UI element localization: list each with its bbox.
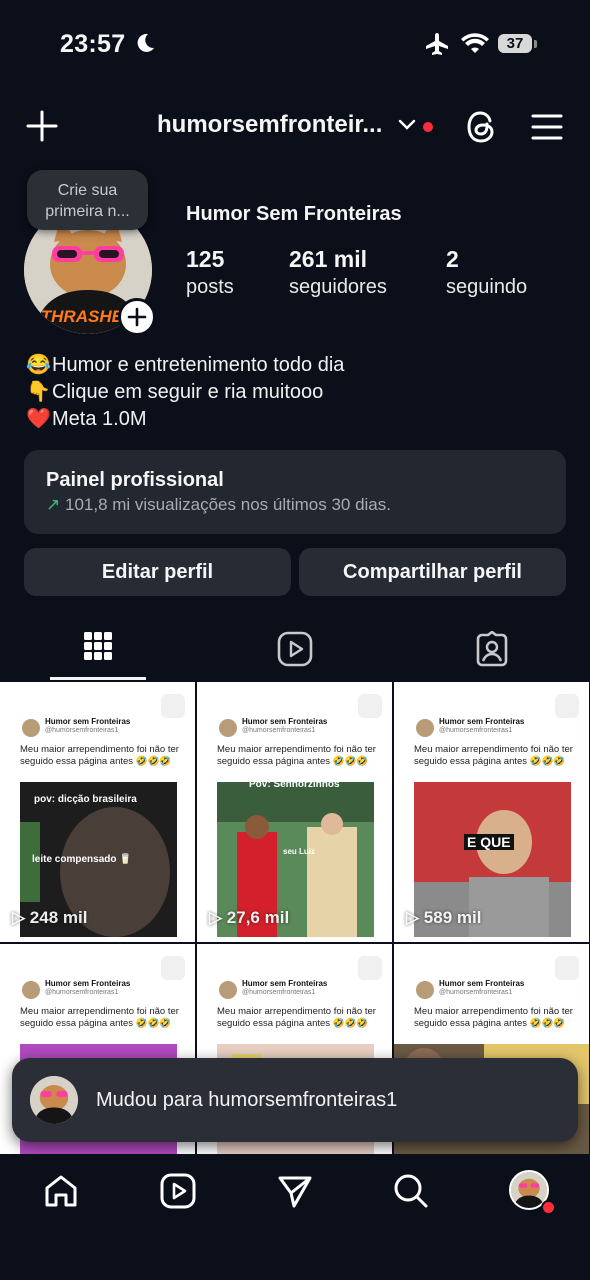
following-label[interactable]: seguindo [446,276,527,299]
post-views: 589 mil [423,908,482,927]
followers-label[interactable]: seguidores [289,276,387,299]
post-overlay-text: Pov: Senhorzinhos [249,779,340,790]
home-icon[interactable] [43,1173,79,1209]
threads-icon[interactable] [465,108,499,146]
post-caption: Meu maior arrependimento foi não ter seg… [217,1006,376,1029]
reel-icon [161,694,185,718]
post-author-name: Humor sem Fronteiras [45,717,131,726]
post-overlay-text: E QUE [464,834,514,850]
battery-tip [534,40,537,48]
posts-count[interactable]: 125 [186,246,224,273]
post-author-handle: @humorsemfronteiras1 [439,989,513,996]
post-views: 248 mil [29,908,88,927]
post-author-avatar [22,719,40,737]
reel-icon [555,956,579,980]
cat-avatar-image [30,1076,78,1124]
followers-count[interactable]: 261 mil [289,246,367,273]
moon-icon [137,33,154,52]
bio-line: 😂Humor e entretenimento todo dia [26,352,344,377]
post-view-count: ▷ 248 mil [12,908,87,928]
tab-grid-icon[interactable] [84,630,112,664]
post-author-avatar [416,719,434,737]
post-author-handle: @humorsemfronteiras1 [45,727,119,734]
reel-icon [555,694,579,718]
note-tooltip[interactable]: Crie sua primeira n... [27,170,148,230]
dashboard-title: Painel profissional [46,469,224,491]
reels-icon[interactable] [160,1173,196,1209]
post-overlay-text: seu Luiz [283,847,316,856]
dashboard-views-text: 101,8 mi visualizações nos últimos 30 di… [64,495,391,514]
airplane-icon [426,33,448,55]
bio-emoji: 😂 [26,354,51,376]
bio-text: Humor e entretenimento todo dia [52,354,345,376]
post-author-name: Humor sem Fronteiras [242,717,328,726]
play-count-icon: ▷ [209,908,227,927]
play-count-icon: ▷ [12,908,30,927]
toast-avatar [30,1076,78,1124]
post-author-handle: @humorsemfronteiras1 [242,727,316,734]
display-name: Humor Sem Fronteiras [186,203,402,225]
search-icon[interactable] [393,1173,429,1209]
plus-icon [127,307,147,327]
bio-text: Clique em seguir e ria muitooo [52,381,324,403]
post-view-count: ▷ 27,6 mil [209,908,289,928]
reel-icon [358,694,382,718]
post-caption: Meu maior arrependimento foi não ter seg… [414,1006,573,1029]
posts-label[interactable]: posts [186,276,234,299]
play-count-icon: ▷ [406,908,424,927]
post-thumbnail[interactable]: Humor sem Fronteiras @humorsemfronteiras… [0,682,195,942]
following-count[interactable]: 2 [446,246,459,273]
post-thumbnail[interactable]: Humor sem Fronteiras @humorsemfronteiras… [394,682,589,942]
bio-line: ❤️Meta 1.0M [26,406,146,431]
post-author-avatar [416,981,434,999]
chevron-down-icon[interactable] [398,119,416,131]
trend-up-arrow-icon: ↗ [46,495,61,514]
post-author-name: Humor sem Fronteiras [439,979,525,988]
post-author-name: Humor sem Fronteiras [45,979,131,988]
bio-emoji: ❤️ [26,408,51,430]
post-overlay-text: leite compensado 🥛 [32,854,132,865]
active-tab-indicator [50,677,146,680]
create-plus-icon[interactable] [26,110,58,142]
post-author-avatar [219,719,237,737]
bio-line: 👇Clique em seguir e ria muitooo [26,379,323,404]
profile-notification-dot [541,1200,556,1215]
professional-dashboard-card[interactable] [24,450,566,534]
battery-indicator: 37 [498,34,532,53]
post-author-name: Humor sem Fronteiras [242,979,328,988]
post-caption: Meu maior arrependimento foi não ter seg… [414,744,573,767]
reel-icon [161,956,185,980]
bio-emoji: 👇 [26,381,51,403]
bio-text: Meta 1.0M [52,408,147,430]
notification-dot [423,122,433,132]
dashboard-subtitle: ↗ 101,8 mi visualizações nos últimos 30 … [46,495,391,515]
edit-profile-button[interactable]: Editar perfil [24,548,291,596]
account-switcher-username[interactable]: humorsemfronteir... [157,111,382,139]
tab-reels-icon[interactable] [277,631,313,667]
post-caption: Meu maior arrependimento foi não ter seg… [217,744,376,767]
wifi-icon [461,33,489,53]
tab-tagged-icon[interactable] [474,631,510,667]
menu-hamburger-icon[interactable] [531,113,563,141]
share-profile-button[interactable]: Compartilhar perfil [299,548,566,596]
send-message-icon[interactable] [277,1173,313,1209]
post-author-handle: @humorsemfronteiras1 [45,989,119,996]
post-author-handle: @humorsemfronteiras1 [242,989,316,996]
post-caption: Meu maior arrependimento foi não ter seg… [20,1006,179,1029]
toast-message: Mudou para humorsemfronteiras1 [96,1089,398,1111]
post-author-avatar [22,981,40,999]
post-caption: Meu maior arrependimento foi não ter seg… [20,744,179,767]
reel-icon [358,956,382,980]
post-author-name: Humor sem Fronteiras [439,717,525,726]
add-story-button[interactable] [118,298,156,336]
status-time: 23:57 [60,30,126,58]
post-thumbnail[interactable]: Humor sem Fronteiras @humorsemfronteiras… [197,682,392,942]
post-view-count: ▷ 589 mil [406,908,481,928]
post-overlay-text: pov: dicção brasileira [34,794,137,805]
post-author-avatar [219,981,237,999]
post-author-handle: @humorsemfronteiras1 [439,727,513,734]
post-views: 27,6 mil [226,908,290,927]
